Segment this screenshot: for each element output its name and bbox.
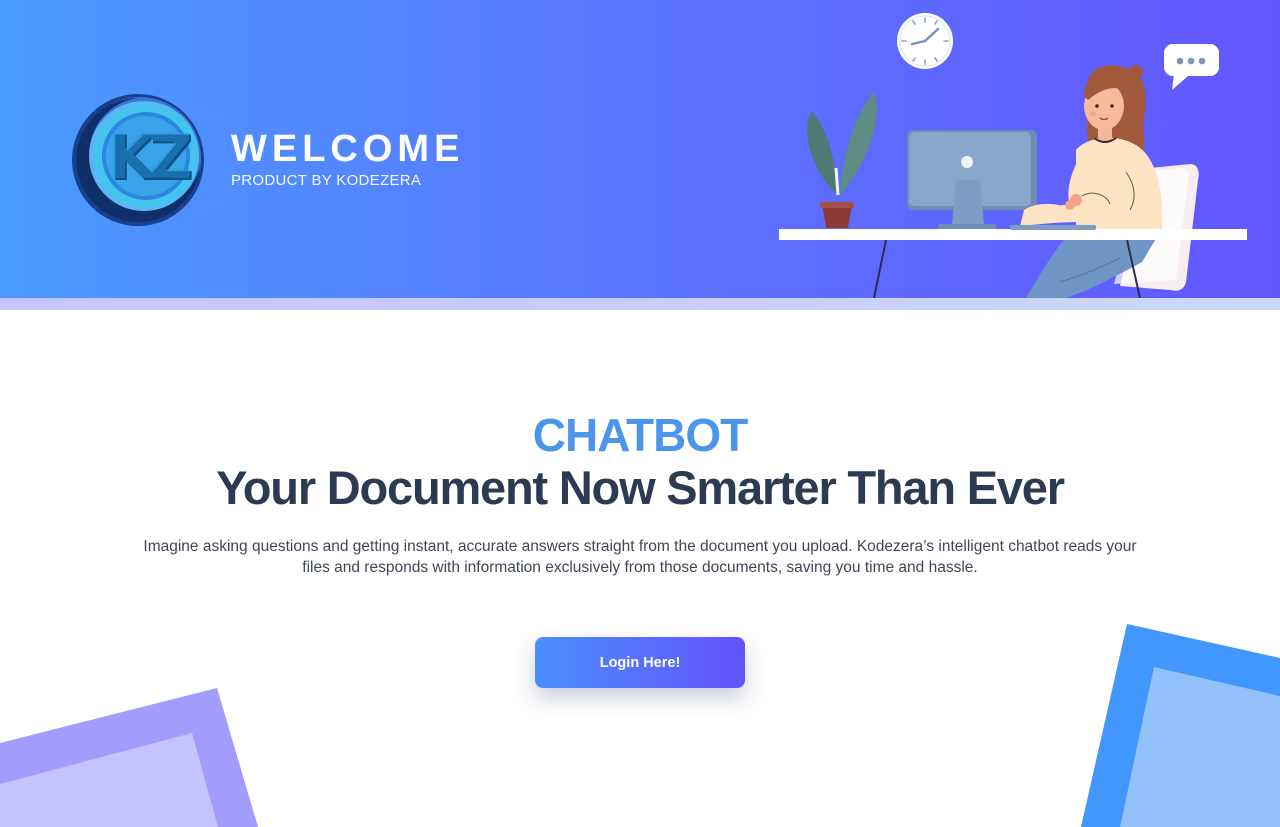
corner-shape-left — [0, 688, 258, 827]
kz-logo-icon: KZ KZ — [72, 94, 204, 226]
welcome-title: WELCOME — [231, 128, 465, 170]
header-banner: KZ KZ WELCOME PRODUCT BY KODEZERA — [0, 0, 1280, 298]
hero-description: Imagine asking questions and getting ins… — [143, 538, 1137, 576]
plant-icon — [807, 92, 877, 228]
landing-page: KZ KZ WELCOME PRODUCT BY KODEZERA CHATBO… — [0, 0, 1280, 827]
person-at-desk-illustration — [779, 13, 1247, 298]
corner-shape-right — [1081, 624, 1280, 827]
hero-kicker: CHATBOT — [532, 409, 748, 461]
banner-divider — [0, 298, 1280, 310]
login-button[interactable]: Login Here! — [535, 637, 745, 688]
hero-title: Your Document Now Smarter Than Ever — [216, 461, 1065, 514]
monitor-icon — [907, 130, 1037, 230]
svg-text:KZ: KZ — [108, 120, 191, 193]
welcome-block: WELCOME PRODUCT BY KODEZERA — [231, 128, 464, 189]
clock-icon — [897, 13, 953, 69]
speech-bubble-icon — [1164, 44, 1219, 90]
product-byline: PRODUCT BY KODEZERA — [231, 172, 422, 189]
